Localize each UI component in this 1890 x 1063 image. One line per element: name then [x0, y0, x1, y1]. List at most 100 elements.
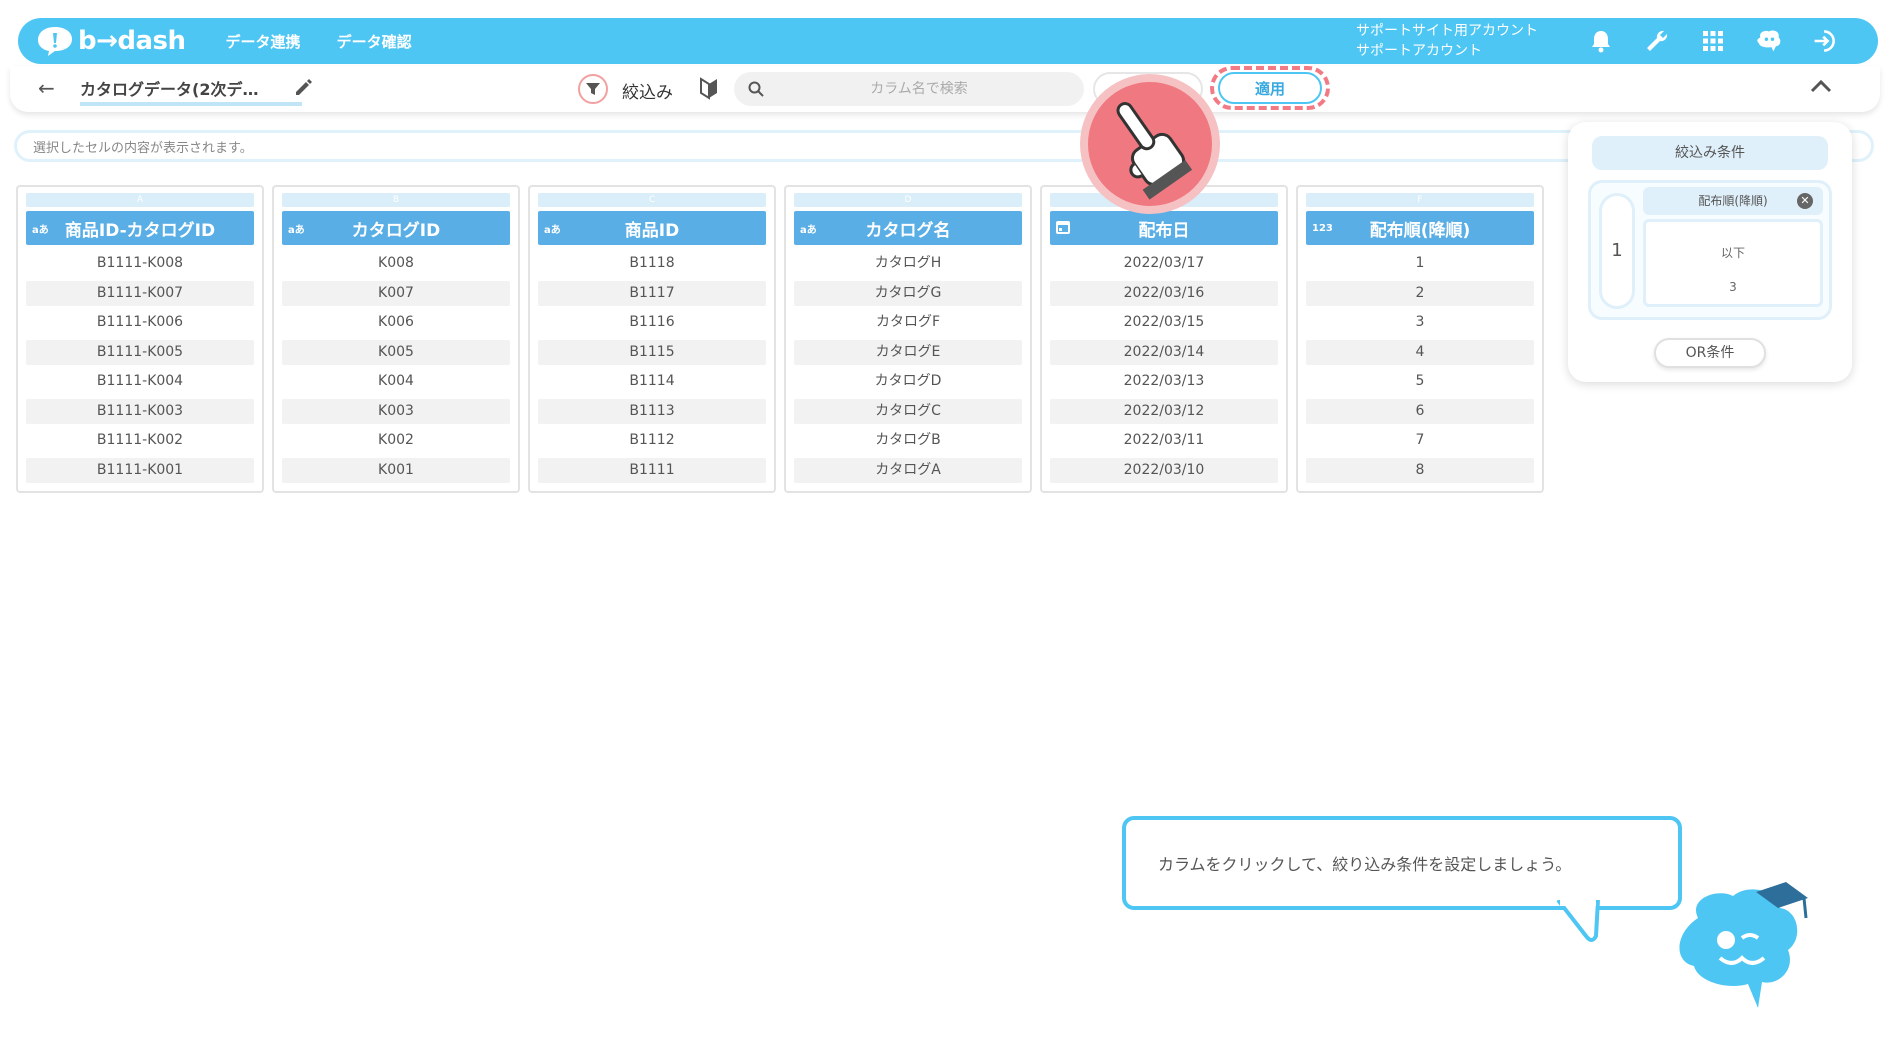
- dataset-title[interactable]: カタログデータ(2次デ…: [80, 76, 302, 106]
- close-icon[interactable]: ✕: [1797, 193, 1813, 209]
- table-cell[interactable]: カタログC: [794, 398, 1022, 424]
- or-condition-button[interactable]: OR条件: [1654, 338, 1766, 368]
- table-cell[interactable]: 2022/03/17: [1050, 251, 1278, 277]
- column-cells: 1 2 3 4 5 6 7 8: [1306, 251, 1534, 483]
- beginner-mark-icon[interactable]: [698, 76, 720, 100]
- nav-data-integration[interactable]: データ連携: [226, 31, 301, 52]
- table-cell[interactable]: K006: [282, 310, 510, 336]
- pencil-icon[interactable]: [292, 76, 314, 98]
- nav-data-check[interactable]: データ確認: [337, 31, 412, 52]
- apps-grid-icon[interactable]: [1700, 28, 1726, 54]
- table-cell[interactable]: 2022/03/16: [1050, 280, 1278, 306]
- column-header[interactable]: aあ 商品ID-カタログID: [26, 211, 254, 245]
- table-cell[interactable]: 8: [1306, 457, 1534, 483]
- column-type-icon: aあ: [288, 224, 305, 236]
- table-cell[interactable]: K003: [282, 398, 510, 424]
- table-cell[interactable]: K007: [282, 280, 510, 306]
- column-name: 商品ID: [624, 220, 680, 241]
- table-cell[interactable]: 2022/03/11: [1050, 428, 1278, 454]
- table-cell[interactable]: K001: [282, 457, 510, 483]
- grid-column: 配布日 2022/03/17 2022/03/16 2022/03/15 2022/03…: [1040, 185, 1288, 493]
- column-header[interactable]: 123 配布順(降順): [1306, 211, 1534, 245]
- dataset-toolbar: ← カタログデータ(2次デ… 絞込み 適用: [10, 66, 1880, 112]
- table-cell[interactable]: カタログH: [794, 251, 1022, 277]
- table-cell[interactable]: 2: [1306, 280, 1534, 306]
- table-cell[interactable]: K002: [282, 428, 510, 454]
- back-arrow-icon[interactable]: ←: [38, 76, 55, 100]
- table-cell[interactable]: 2022/03/15: [1050, 310, 1278, 336]
- bell-icon[interactable]: [1588, 28, 1614, 54]
- table-cell[interactable]: カタログF: [794, 310, 1022, 336]
- search-icon: [748, 81, 764, 97]
- condition-group-index: 1: [1599, 193, 1635, 309]
- column-letter: A: [26, 193, 254, 207]
- table-cell[interactable]: B1118: [538, 251, 766, 277]
- apply-button[interactable]: 適用: [1218, 72, 1322, 104]
- column-search-input[interactable]: [774, 81, 1064, 97]
- condition-body[interactable]: 以下 3: [1643, 219, 1823, 307]
- table-cell[interactable]: B1116: [538, 310, 766, 336]
- logout-icon[interactable]: [1812, 28, 1838, 54]
- column-header[interactable]: aあ カタログ名: [794, 211, 1022, 245]
- table-cell[interactable]: カタログG: [794, 280, 1022, 306]
- table-cell[interactable]: 2022/03/13: [1050, 369, 1278, 395]
- table-cell[interactable]: 3: [1306, 310, 1534, 336]
- grid-column: Caあ 商品ID B1118 B1117 B1116 B1115 B1114 B1113 B11…: [528, 185, 776, 493]
- grid-column: Daあ カタログ名 カタログH カタログG カタログF カタログE カタログD カタログC カタ…: [784, 185, 1032, 493]
- column-name: 配布順(降順): [1369, 220, 1471, 241]
- bdash-logo[interactable]: b→dash: [36, 25, 186, 57]
- table-cell[interactable]: K005: [282, 339, 510, 365]
- table-cell[interactable]: B1112: [538, 428, 766, 454]
- table-cell[interactable]: B1117: [538, 280, 766, 306]
- condition-card: 配布順(降順) ✕ 以下 3: [1643, 187, 1823, 313]
- table-cell[interactable]: B1114: [538, 369, 766, 395]
- table-cell[interactable]: 4: [1306, 339, 1534, 365]
- grid-column: F 123 配布順(降順) 1 2 3 4 5 6 7 8: [1296, 185, 1544, 493]
- table-cell[interactable]: カタログB: [794, 428, 1022, 454]
- table-cell[interactable]: B1111-K005: [26, 339, 254, 365]
- table-cell[interactable]: B1111-K006: [26, 310, 254, 336]
- condition-group: 1 配布順(降順) ✕ 以下 3: [1588, 180, 1832, 320]
- table-cell[interactable]: 7: [1306, 428, 1534, 454]
- panel-title: 絞込み条件: [1592, 136, 1828, 170]
- table-cell[interactable]: 5: [1306, 369, 1534, 395]
- condition-column-header: 配布順(降順) ✕: [1643, 187, 1823, 215]
- column-search-box[interactable]: [734, 72, 1084, 106]
- wrench-icon[interactable]: [1644, 28, 1670, 54]
- table-cell[interactable]: K008: [282, 251, 510, 277]
- logo-bubble-icon: [38, 27, 72, 56]
- column-type-icon: aあ: [32, 224, 49, 236]
- table-cell[interactable]: カタログA: [794, 457, 1022, 483]
- tutorial-tip-bubble: カラムをクリックして、絞り込み条件を設定しましょう。: [1122, 816, 1682, 910]
- table-cell[interactable]: カタログD: [794, 369, 1022, 395]
- table-cell[interactable]: 1: [1306, 251, 1534, 277]
- collapse-chevron-icon[interactable]: [1810, 74, 1832, 99]
- condition-column-name: 配布順(降順): [1698, 194, 1768, 208]
- table-cell[interactable]: 2022/03/10: [1050, 457, 1278, 483]
- table-cell[interactable]: B1111: [538, 457, 766, 483]
- column-header[interactable]: aあ カタログID: [282, 211, 510, 245]
- table-cell[interactable]: B1111-K001: [26, 457, 254, 483]
- column-type-icon: aあ: [800, 224, 817, 236]
- table-cell[interactable]: B1111-K003: [26, 398, 254, 424]
- table-cell[interactable]: カタログE: [794, 339, 1022, 365]
- table-cell[interactable]: K004: [282, 369, 510, 395]
- table-cell[interactable]: B1113: [538, 398, 766, 424]
- filter-button[interactable]: [578, 74, 608, 104]
- table-cell[interactable]: 6: [1306, 398, 1534, 424]
- data-grid: Aaあ 商品ID-カタログID B1111-K008 B1111-K007 B1111-…: [16, 185, 1544, 493]
- table-cell[interactable]: B1115: [538, 339, 766, 365]
- table-cell[interactable]: 2022/03/14: [1050, 339, 1278, 365]
- table-cell[interactable]: B1111-K007: [26, 280, 254, 306]
- tip-bubble-tail: [1556, 900, 1600, 942]
- column-type-icon: 123: [1312, 222, 1333, 234]
- table-cell[interactable]: B1111-K004: [26, 369, 254, 395]
- account-info[interactable]: サポートサイト用アカウント サポートアカウント: [1356, 21, 1538, 61]
- table-cell[interactable]: B1111-K008: [26, 251, 254, 277]
- column-letter: B: [282, 193, 510, 207]
- column-cells: 2022/03/17 2022/03/16 2022/03/15 2022/03/14…: [1050, 251, 1278, 483]
- column-header[interactable]: aあ 商品ID: [538, 211, 766, 245]
- mascot-icon[interactable]: [1756, 28, 1782, 54]
- table-cell[interactable]: B1111-K002: [26, 428, 254, 454]
- table-cell[interactable]: 2022/03/12: [1050, 398, 1278, 424]
